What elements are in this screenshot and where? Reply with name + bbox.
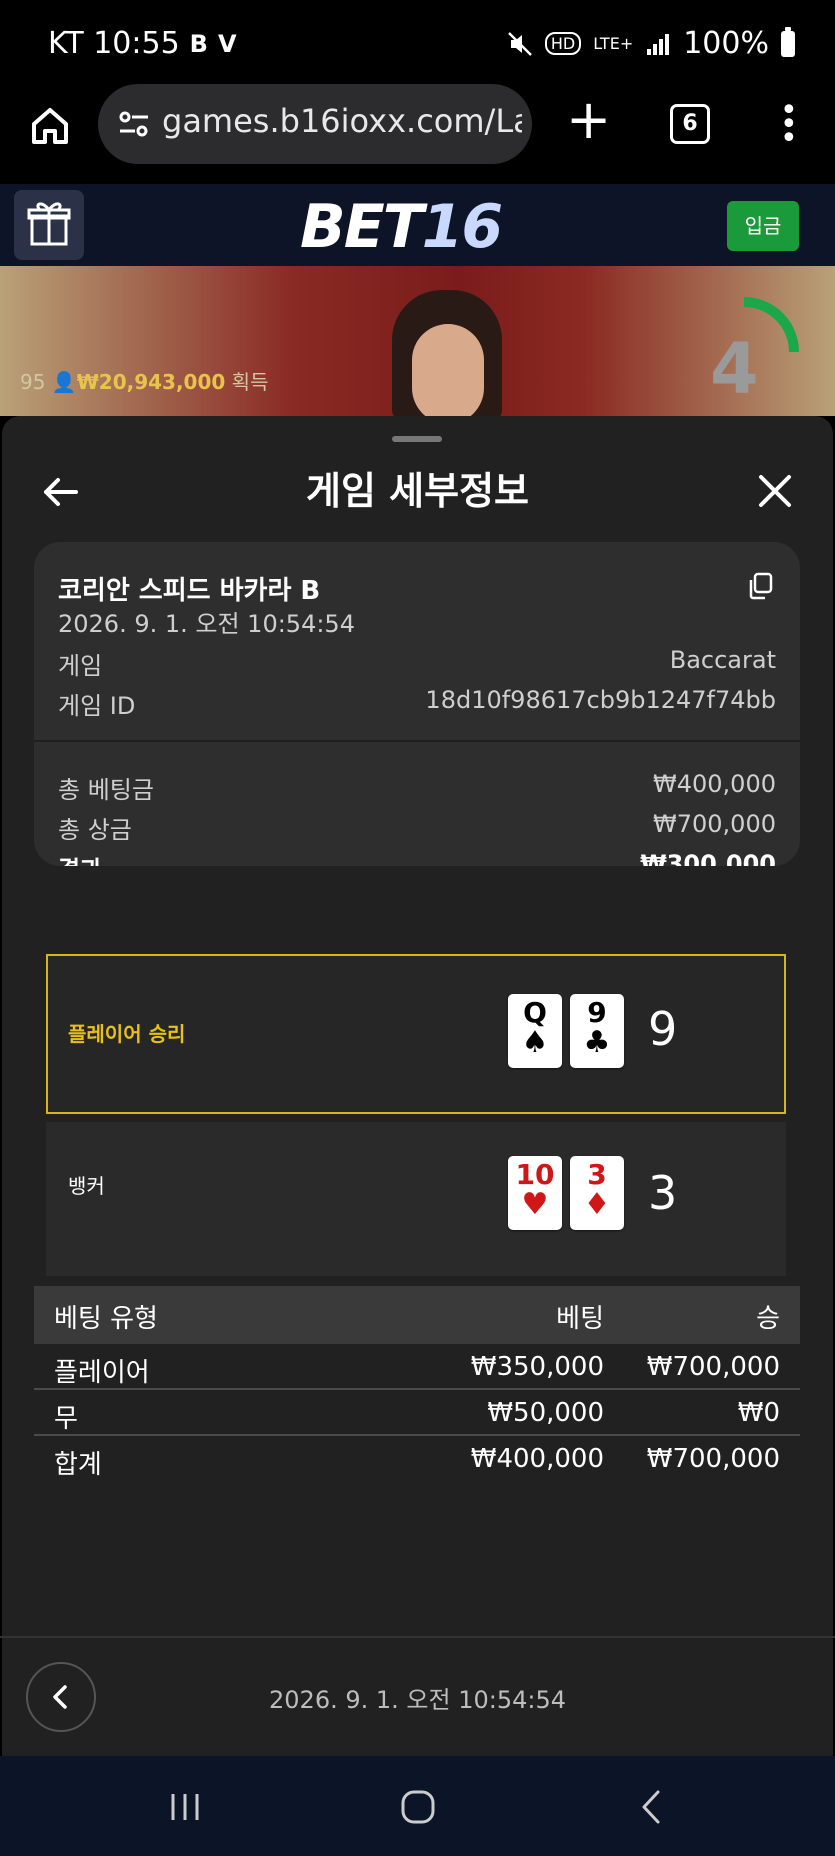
logo-text-bet: BET [300, 192, 424, 262]
banker-result-row: 뱅커 10 ♥ 3 ♦ 3 [46, 1122, 786, 1276]
total-prize-value: ₩700,000 [653, 810, 776, 838]
player-card-2: 9 ♣ [570, 994, 624, 1068]
table-row-total: 합계 ₩400,000 ₩700,000 [34, 1436, 800, 1480]
diamond-icon: ♦ [583, 1187, 611, 1222]
row-bet: ₩400,000 [470, 1444, 604, 1474]
system-nav-bar [0, 1756, 835, 1856]
header-win: 승 [756, 1304, 780, 1334]
total-bet-label: 총 베팅금 [58, 776, 154, 804]
ticker-amount: ₩20,943,000 [76, 370, 226, 394]
table-header: 베팅 유형 베팅 승 [34, 1286, 800, 1344]
club-icon: ♣ [583, 1025, 611, 1060]
banker-card-2: 3 ♦ [570, 1156, 624, 1230]
browser-toolbar: games.b16ioxx.com/La + 6 • • • [0, 84, 835, 184]
home-icon[interactable] [28, 104, 72, 148]
row-type: 플레이어 [54, 1358, 150, 1388]
sheet-title: 게임 세부정보 [306, 469, 529, 513]
gift-icon [27, 202, 71, 246]
ticker-suffix: 획득 [231, 370, 269, 394]
drag-handle[interactable] [392, 436, 442, 442]
heart-icon: ♥ [521, 1187, 549, 1222]
copy-icon[interactable] [748, 572, 774, 600]
banker-card-1: 10 ♥ [508, 1156, 562, 1230]
total-bet-value: ₩400,000 [653, 770, 776, 798]
player-card-1: Q ♠ [508, 994, 562, 1068]
header-bet: 베팅 [556, 1304, 604, 1334]
mute-icon [507, 31, 532, 56]
game-name: 코리안 스피드 바카라 B [58, 576, 321, 606]
battery-icon [781, 26, 795, 57]
recent-apps-icon[interactable] [168, 1790, 202, 1824]
player-result-row: 플레이어 승리 Q ♠ 9 ♣ 9 [46, 954, 786, 1114]
user-icon: 👤 [51, 370, 77, 394]
banker-label: 뱅커 [68, 1174, 105, 1198]
result-label: 결과 [58, 850, 102, 866]
table-row: 플레이어 ₩350,000 ₩700,000 [34, 1344, 800, 1390]
new-tab-icon[interactable]: + [566, 90, 611, 150]
bet16-logo[interactable]: BET16 [300, 192, 503, 262]
live-video[interactable]: 95 👤₩20,943,000 획득 4 [0, 266, 835, 416]
url-text[interactable]: games.b16ioxx.com/La [162, 102, 522, 140]
row-type: 합계 [54, 1450, 102, 1480]
site-header: BET16 입금 [0, 184, 835, 266]
game-id-label: 게임 ID [58, 692, 136, 720]
game-label: 게임 [58, 652, 103, 680]
app-b-icon: B [189, 29, 208, 58]
player-score: 9 [648, 1002, 678, 1056]
row-bet: ₩50,000 [487, 1398, 604, 1428]
deposit-button[interactable]: 입금 [727, 201, 799, 251]
app-v-icon: V [217, 29, 237, 58]
tab-count-button[interactable]: 6 [670, 104, 710, 144]
status-bar: KT 10:55 B V HD LTE+ 100% [0, 0, 835, 88]
dealer-face [412, 324, 484, 416]
spade-icon: ♠ [521, 1025, 549, 1060]
game-info-card: 코리안 스피드 바카라 B 2026. 9. 1. 오전 10:54:54 게임… [34, 542, 800, 866]
countdown-number: 4 [710, 328, 759, 410]
more-menu-icon[interactable]: • • • [780, 96, 798, 154]
card-rank: Q [523, 996, 547, 1029]
close-icon[interactable] [756, 472, 794, 510]
logo-text-16: 16 [421, 192, 503, 262]
result-value: ₩300,000 [640, 850, 776, 866]
address-bar[interactable]: games.b16ioxx.com/La [98, 84, 532, 164]
card-divider [34, 740, 800, 742]
game-value: Baccarat [669, 646, 776, 674]
carrier-time: KT 10:55 [48, 26, 180, 61]
footer-divider [0, 1636, 835, 1638]
battery-percent: 100% [683, 26, 769, 61]
footer-datetime: 2026. 9. 1. 오전 10:54:54 [269, 1686, 566, 1714]
gift-button[interactable] [14, 190, 84, 260]
ticker-count: 95 [20, 370, 46, 394]
site-settings-icon[interactable] [116, 106, 152, 142]
row-win: ₩700,000 [646, 1444, 780, 1474]
game-id-value: 18d10f98617cb9b1247f74bb [425, 686, 776, 714]
status-right: HD LTE+ 100% [507, 26, 795, 61]
hd-icon: HD [544, 32, 582, 55]
total-prize-label: 총 상금 [58, 816, 132, 844]
player-win-label: 플레이어 승리 [68, 1022, 186, 1046]
header-bet-type: 베팅 유형 [54, 1304, 158, 1334]
card-rank: 10 [515, 1158, 555, 1191]
banker-score: 3 [648, 1166, 678, 1220]
row-bet: ₩350,000 [470, 1352, 604, 1382]
game-datetime: 2026. 9. 1. 오전 10:54:54 [58, 610, 355, 638]
card-rank: 9 [587, 996, 607, 1029]
home-nav-icon[interactable] [399, 1788, 437, 1826]
status-left: KT 10:55 B V [48, 26, 237, 61]
row-win: ₩0 [737, 1398, 780, 1428]
signal-icon [647, 33, 670, 55]
win-ticker: 95 👤₩20,943,000 획득 [20, 366, 268, 395]
lte-icon: LTE+ [593, 34, 634, 53]
row-type: 무 [54, 1404, 78, 1434]
table-row: 무 ₩50,000 ₩0 [34, 1390, 800, 1436]
back-nav-icon[interactable] [636, 1788, 666, 1826]
row-win: ₩700,000 [646, 1352, 780, 1382]
card-rank: 3 [587, 1158, 607, 1191]
